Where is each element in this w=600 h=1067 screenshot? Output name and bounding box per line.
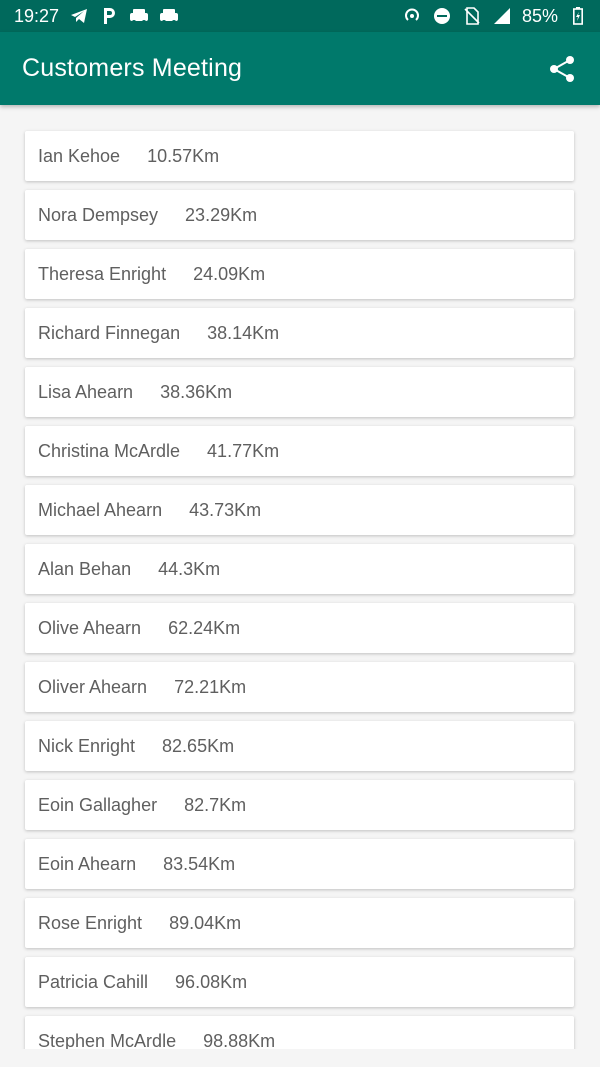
customer-distance: 38.36Km xyxy=(160,381,233,402)
list-item[interactable]: Eoin Gallagher 82.7Km xyxy=(25,780,574,830)
car-icon xyxy=(129,6,149,26)
list-item[interactable]: Alan Behan 44.3Km xyxy=(25,544,574,594)
list-item[interactable]: Christina McArdle 41.77Km xyxy=(25,426,574,476)
list-item[interactable]: Olive Ahearn 62.24Km xyxy=(25,603,574,653)
customer-name: Eoin Ahearn xyxy=(38,853,137,874)
customer-distance: 38.14Km xyxy=(207,322,280,343)
customer-name: Nick Enright xyxy=(38,735,136,756)
customer-list[interactable]: Ian Kehoe 10.57Km Nora Dempsey 23.29Km T… xyxy=(0,105,600,1049)
list-item[interactable]: Patricia Cahill 96.08Km xyxy=(25,957,574,1007)
list-item[interactable]: Nora Dempsey 23.29Km xyxy=(25,190,574,240)
customer-distance: 10.57Km xyxy=(147,145,220,166)
bottom-edge xyxy=(0,1049,600,1067)
list-item[interactable]: Richard Finnegan 38.14Km xyxy=(25,308,574,358)
customer-name: Rose Enright xyxy=(38,912,143,933)
car-icon xyxy=(159,6,179,26)
list-item[interactable]: Stephen McArdle 98.88Km xyxy=(25,1016,574,1049)
hotspot-icon xyxy=(402,6,422,26)
list-item[interactable]: Ian Kehoe 10.57Km xyxy=(25,131,574,181)
customer-name: Patricia Cahill xyxy=(38,971,149,992)
customer-name: Stephen McArdle xyxy=(38,1030,177,1050)
customer-name: Ian Kehoe xyxy=(38,145,121,166)
page-title: Customers Meeting xyxy=(22,54,243,82)
customer-distance: 23.29Km xyxy=(185,204,258,225)
list-item[interactable]: Rose Enright 89.04Km xyxy=(25,898,574,948)
list-item[interactable]: Theresa Enright 24.09Km xyxy=(25,249,574,299)
share-icon[interactable] xyxy=(546,53,578,85)
customer-name: Christina McArdle xyxy=(38,440,181,461)
customer-name: Nora Dempsey xyxy=(38,204,159,225)
customer-distance: 24.09Km xyxy=(193,263,266,284)
list-item[interactable]: Nick Enright 82.65Km xyxy=(25,721,574,771)
customer-distance: 62.24Km xyxy=(168,617,241,638)
do-not-disturb-icon xyxy=(432,6,452,26)
customer-distance: 43.73Km xyxy=(189,499,262,520)
list-item[interactable]: Eoin Ahearn 83.54Km xyxy=(25,839,574,889)
list-item[interactable]: Lisa Ahearn 38.36Km xyxy=(25,367,574,417)
customer-name: Alan Behan xyxy=(38,558,132,579)
customer-distance: 72.21Km xyxy=(174,676,247,697)
sim-off-icon xyxy=(462,6,482,26)
customer-name: Eoin Gallagher xyxy=(38,794,158,815)
customer-distance: 41.77Km xyxy=(207,440,280,461)
customer-name: Theresa Enright xyxy=(38,263,167,284)
signal-4g-icon xyxy=(492,6,512,26)
customer-name: Michael Ahearn xyxy=(38,499,163,520)
app-bar: Customers Meeting xyxy=(0,32,600,105)
customer-distance: 44.3Km xyxy=(158,558,221,579)
customer-distance: 96.08Km xyxy=(175,971,248,992)
customer-name: Richard Finnegan xyxy=(38,322,181,343)
telegram-icon xyxy=(69,6,89,26)
list-item[interactable]: Michael Ahearn 43.73Km xyxy=(25,485,574,535)
parking-icon xyxy=(99,6,119,26)
customer-name: Oliver Ahearn xyxy=(38,676,148,697)
customer-distance: 82.65Km xyxy=(162,735,235,756)
status-time: 19:27 xyxy=(14,5,60,26)
battery-icon xyxy=(568,6,588,26)
customer-distance: 83.54Km xyxy=(163,853,236,874)
customer-distance: 89.04Km xyxy=(169,912,242,933)
customer-distance: 98.88Km xyxy=(203,1030,276,1050)
customer-distance: 82.7Km xyxy=(184,794,247,815)
customer-name: Olive Ahearn xyxy=(38,617,142,638)
status-bar: 19:27 85% xyxy=(0,0,600,32)
customer-name: Lisa Ahearn xyxy=(38,381,134,402)
list-item[interactable]: Oliver Ahearn 72.21Km xyxy=(25,662,574,712)
battery-percent: 85% xyxy=(521,5,558,26)
